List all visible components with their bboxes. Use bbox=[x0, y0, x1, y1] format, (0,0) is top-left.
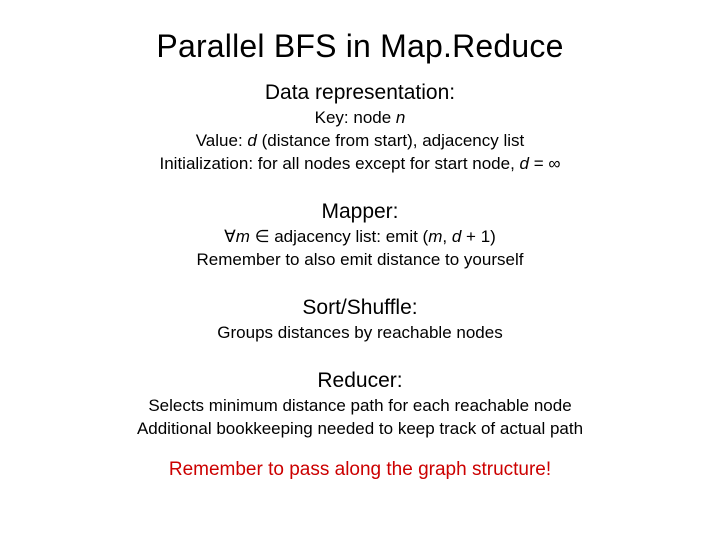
text: Value: bbox=[196, 131, 248, 150]
section-heading-datarep: Data representation: bbox=[40, 81, 680, 105]
section-heading-reducer: Reducer: bbox=[40, 369, 680, 393]
text: Key: node bbox=[315, 108, 396, 127]
text: Initialization: for all nodes except for… bbox=[160, 154, 520, 173]
text: = bbox=[529, 154, 548, 173]
infinity-symbol: ∞ bbox=[548, 154, 560, 173]
text: ∈ adjacency list: emit ( bbox=[250, 227, 428, 246]
datarep-line-init: Initialization: for all nodes except for… bbox=[40, 153, 680, 176]
footer-note: Remember to pass along the graph structu… bbox=[40, 459, 680, 481]
datarep-line-key: Key: node n bbox=[40, 107, 680, 130]
text: , bbox=[442, 227, 451, 246]
var-d: d bbox=[452, 227, 461, 246]
var-m: m bbox=[236, 227, 250, 246]
mapper-line-self: Remember to also emit distance to yourse… bbox=[40, 249, 680, 272]
mapper-line-emit: ∀m ∈ adjacency list: emit (m, d + 1) bbox=[40, 226, 680, 249]
slide-title: Parallel BFS in Map.Reduce bbox=[40, 28, 680, 65]
var-n: n bbox=[396, 108, 405, 127]
text: (distance from start), adjacency list bbox=[257, 131, 524, 150]
var-m: m bbox=[428, 227, 442, 246]
reducer-line-2: Additional bookkeeping needed to keep tr… bbox=[40, 418, 680, 441]
var-d: d bbox=[247, 131, 256, 150]
text: + 1) bbox=[461, 227, 496, 246]
section-heading-mapper: Mapper: bbox=[40, 200, 680, 224]
section-heading-shuffle: Sort/Shuffle: bbox=[40, 296, 680, 320]
reducer-line-1: Selects minimum distance path for each r… bbox=[40, 395, 680, 418]
var-d: d bbox=[520, 154, 529, 173]
slide: Parallel BFS in Map.Reduce Data represen… bbox=[0, 0, 720, 540]
shuffle-line: Groups distances by reachable nodes bbox=[40, 322, 680, 345]
datarep-line-value: Value: d (distance from start), adjacenc… bbox=[40, 130, 680, 153]
forall-symbol: ∀ bbox=[224, 227, 236, 246]
